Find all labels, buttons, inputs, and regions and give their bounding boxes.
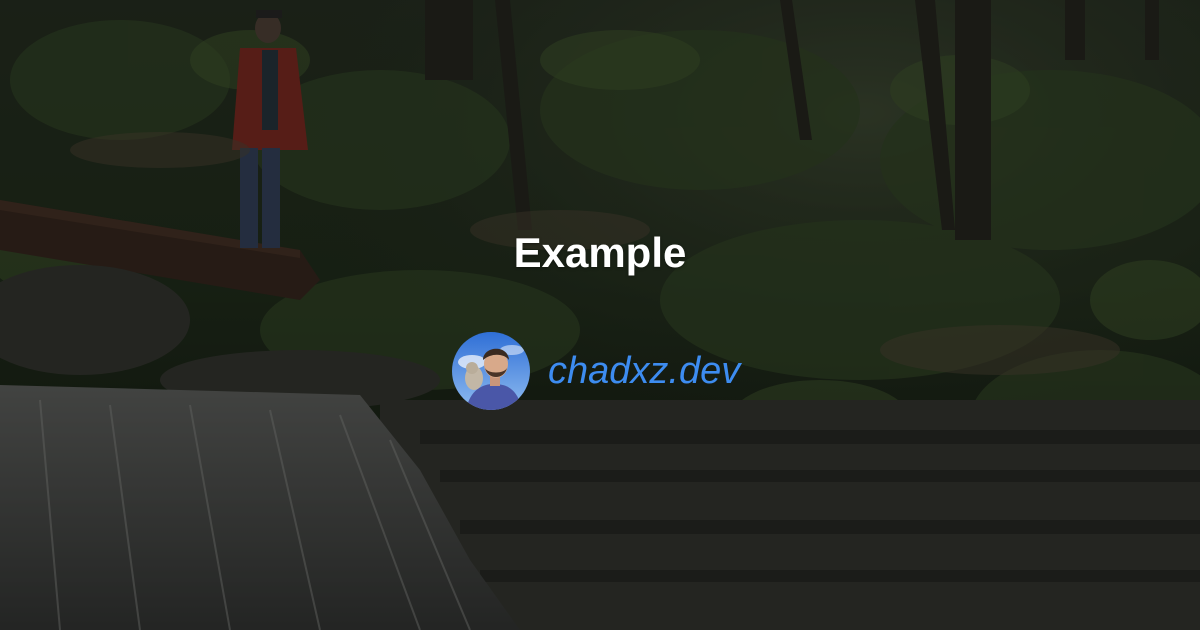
dim-overlay [0,0,1200,630]
author-avatar-icon [452,332,530,410]
author-row: chadxz.dev [452,332,740,410]
page-title: Example [513,229,687,276]
site-link[interactable]: chadxz.dev [548,349,740,393]
